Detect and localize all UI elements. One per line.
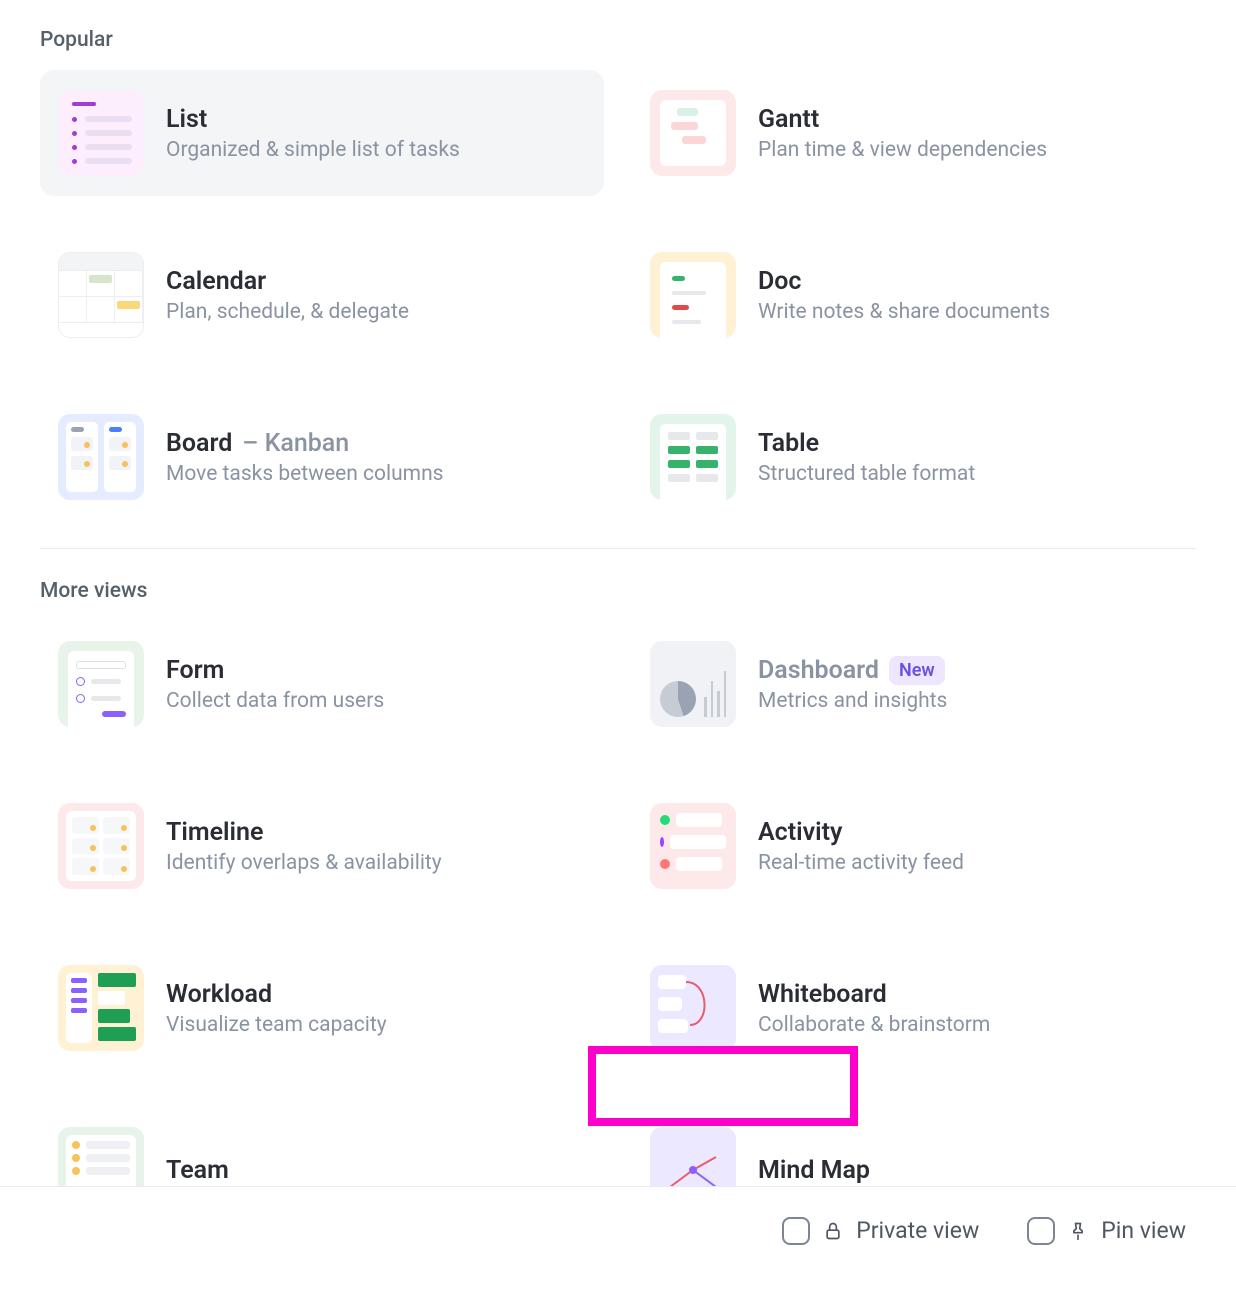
view-option-form[interactable]: Form Collect data from users — [40, 621, 604, 747]
view-desc: Collaborate & brainstorm — [758, 1013, 990, 1037]
view-title: Whiteboard — [758, 980, 887, 1009]
calendar-icon — [58, 252, 144, 338]
view-option-timeline[interactable]: Timeline Identify overlaps & availabilit… — [40, 783, 604, 909]
private-view-label: Private view — [856, 1217, 979, 1244]
view-title: Calendar — [166, 267, 266, 296]
view-option-workload[interactable]: Workload Visualize team capacity — [40, 945, 604, 1071]
whiteboard-icon — [650, 965, 736, 1051]
view-title: Gantt — [758, 105, 819, 134]
view-option-list[interactable]: List Organized & simple list of tasks — [40, 70, 604, 196]
view-desc: Move tasks between columns — [166, 462, 444, 486]
footer-bar: Private view Pin view — [0, 1186, 1236, 1274]
view-title: Timeline — [166, 818, 263, 847]
private-view-checkbox[interactable] — [782, 1217, 810, 1245]
activity-icon — [650, 803, 736, 889]
list-icon — [58, 90, 144, 176]
doc-icon — [650, 252, 736, 338]
pin-view-label: Pin view — [1101, 1217, 1186, 1244]
view-option-whiteboard[interactable]: Whiteboard Collaborate & brainstorm — [632, 945, 1196, 1071]
popular-grid: List Organized & simple list of tasks Ga… — [40, 70, 1196, 520]
view-title: Dashboard — [758, 656, 879, 685]
view-title: Team — [166, 1156, 229, 1185]
view-desc: Plan, schedule, & delegate — [166, 300, 409, 324]
pin-icon — [1067, 1220, 1089, 1242]
section-title-popular: Popular — [40, 28, 1196, 52]
view-desc: Visualize team capacity — [166, 1013, 387, 1037]
view-desc: Identify overlaps & availability — [166, 851, 442, 875]
view-title: Table — [758, 429, 819, 458]
view-desc: Real-time activity feed — [758, 851, 964, 875]
board-icon — [58, 414, 144, 500]
view-title: Activity — [758, 818, 842, 847]
timeline-icon — [58, 803, 144, 889]
section-title-more: More views — [40, 579, 1196, 603]
table-icon — [650, 414, 736, 500]
view-selector-panel: Popular List Organized & simple list of … — [0, 0, 1236, 1313]
view-title: List — [166, 105, 207, 134]
gantt-icon — [650, 90, 736, 176]
view-option-dashboard[interactable]: Dashboard New Metrics and insights — [632, 621, 1196, 747]
view-desc: Write notes & share documents — [758, 300, 1050, 324]
lock-icon — [822, 1220, 844, 1242]
form-icon — [58, 641, 144, 727]
pin-view-checkbox[interactable] — [1027, 1217, 1055, 1245]
view-desc: Metrics and insights — [758, 689, 947, 713]
view-title: Form — [166, 656, 224, 685]
view-desc: Structured table format — [758, 462, 975, 486]
pin-view-toggle[interactable]: Pin view — [1017, 1211, 1196, 1251]
view-option-doc[interactable]: Doc Write notes & share documents — [632, 232, 1196, 358]
view-option-board[interactable]: Board – Kanban Move tasks between column… — [40, 394, 604, 520]
view-desc: Organized & simple list of tasks — [166, 138, 460, 162]
view-option-table[interactable]: Table Structured table format — [632, 394, 1196, 520]
view-title: Workload — [166, 980, 272, 1009]
view-title: Mind Map — [758, 1156, 870, 1185]
more-views-grid: Form Collect data from users Dashboard N… — [40, 621, 1196, 1233]
view-title: Doc — [758, 267, 801, 296]
badge-new: New — [889, 656, 945, 685]
view-option-gantt[interactable]: Gantt Plan time & view dependencies — [632, 70, 1196, 196]
dashboard-icon — [650, 641, 736, 727]
view-option-activity[interactable]: Activity Real-time activity feed — [632, 783, 1196, 909]
section-divider — [40, 548, 1196, 549]
private-view-toggle[interactable]: Private view — [772, 1211, 989, 1251]
view-title: Board — [166, 429, 232, 458]
workload-icon — [58, 965, 144, 1051]
view-suffix: – Kanban — [242, 429, 349, 458]
view-option-calendar[interactable]: Calendar Plan, schedule, & delegate — [40, 232, 604, 358]
view-desc: Plan time & view dependencies — [758, 138, 1047, 162]
view-desc: Collect data from users — [166, 689, 384, 713]
